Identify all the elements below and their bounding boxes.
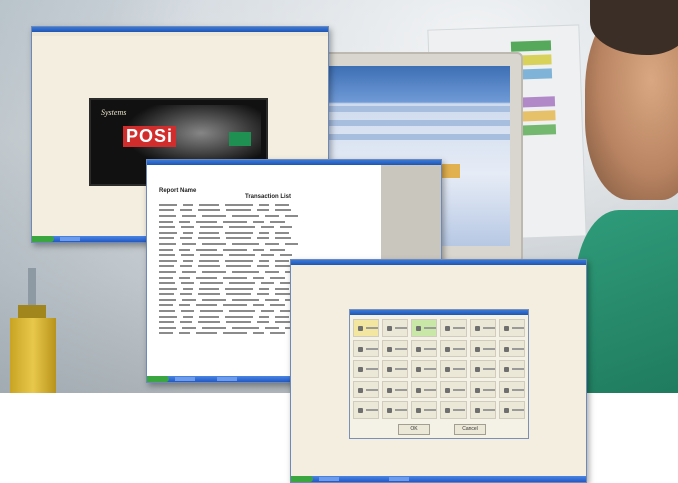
cancel-button[interactable]: Cancel xyxy=(454,424,486,435)
grid-button[interactable] xyxy=(382,319,409,337)
taskbar-item[interactable] xyxy=(175,377,195,381)
logo: POSi xyxy=(123,126,177,147)
grid-button[interactable] xyxy=(440,380,467,399)
taskbar-item[interactable] xyxy=(389,477,409,481)
button-grid xyxy=(353,319,525,419)
button-icon xyxy=(416,346,422,352)
grid-button[interactable] xyxy=(469,319,496,337)
grid-button[interactable] xyxy=(440,339,467,358)
logo-tagline: Systems xyxy=(101,108,127,117)
taskbar-item[interactable] xyxy=(319,477,339,481)
grid-button[interactable] xyxy=(498,339,525,358)
button-icon xyxy=(387,346,393,352)
button-icon xyxy=(503,367,509,373)
grid-button[interactable] xyxy=(469,401,496,419)
button-icon xyxy=(445,408,451,414)
logo-accent xyxy=(229,132,251,146)
grid-button[interactable] xyxy=(498,401,525,419)
report-title: Report Name xyxy=(159,188,197,194)
taskbar-item[interactable] xyxy=(217,377,237,381)
grid-button[interactable] xyxy=(498,360,525,378)
start-button[interactable] xyxy=(291,476,313,482)
grid-button[interactable] xyxy=(411,319,438,337)
grid-button[interactable] xyxy=(382,380,409,399)
button-icon xyxy=(445,326,451,331)
button-icon xyxy=(416,387,422,393)
grid-button[interactable] xyxy=(382,401,409,419)
grid-button[interactable] xyxy=(353,401,380,419)
button-icon xyxy=(474,408,480,414)
person-body xyxy=(575,210,678,393)
button-icon xyxy=(416,408,422,414)
grid-button[interactable] xyxy=(411,339,438,358)
button-icon xyxy=(503,326,509,331)
taskbar xyxy=(291,476,586,482)
grid-button[interactable] xyxy=(382,339,409,358)
ok-button[interactable]: OK xyxy=(398,424,430,435)
grid-button[interactable] xyxy=(498,319,525,337)
grid-button[interactable] xyxy=(469,339,496,358)
button-icon xyxy=(474,367,480,373)
grid-window: OK Cancel xyxy=(290,259,587,483)
grid-button[interactable] xyxy=(411,360,438,378)
grid-button[interactable] xyxy=(411,401,438,419)
grid-button[interactable] xyxy=(353,319,380,337)
grid-button[interactable] xyxy=(411,380,438,399)
button-icon xyxy=(416,367,422,373)
button-icon xyxy=(358,408,363,414)
button-icon xyxy=(474,346,480,352)
grid-button[interactable] xyxy=(440,319,467,337)
button-icon xyxy=(358,326,363,331)
grid-button[interactable] xyxy=(498,380,525,399)
dialog-title-bar xyxy=(350,310,528,315)
button-icon xyxy=(445,387,451,393)
grid-button[interactable] xyxy=(440,360,467,378)
taskbar-item[interactable] xyxy=(60,237,80,241)
button-icon xyxy=(387,326,393,331)
button-icon xyxy=(358,346,363,352)
title-bar xyxy=(291,260,586,265)
button-icon xyxy=(445,346,451,352)
grid-button[interactable] xyxy=(353,360,380,378)
grid-button[interactable] xyxy=(353,380,380,399)
grid-button[interactable] xyxy=(440,401,467,419)
button-icon xyxy=(503,387,509,393)
start-button[interactable] xyxy=(147,376,169,382)
menu-bar xyxy=(32,32,328,36)
grid-button[interactable] xyxy=(353,339,380,358)
report-subtitle: Transaction List xyxy=(245,194,292,200)
button-icon xyxy=(474,387,480,393)
button-icon xyxy=(503,346,509,352)
button-icon xyxy=(445,367,451,373)
button-icon xyxy=(387,387,393,393)
button-icon xyxy=(387,367,393,373)
button-icon xyxy=(358,367,363,373)
bottle xyxy=(10,318,56,393)
button-icon xyxy=(416,326,422,331)
button-icon xyxy=(503,408,509,414)
grid-button[interactable] xyxy=(469,380,496,399)
grid-button[interactable] xyxy=(382,360,409,378)
grid-button[interactable] xyxy=(469,360,496,378)
dialog: OK Cancel xyxy=(349,309,529,439)
button-icon xyxy=(387,408,393,414)
button-icon xyxy=(358,387,363,393)
button-icon xyxy=(474,326,480,331)
start-button[interactable] xyxy=(32,236,54,242)
